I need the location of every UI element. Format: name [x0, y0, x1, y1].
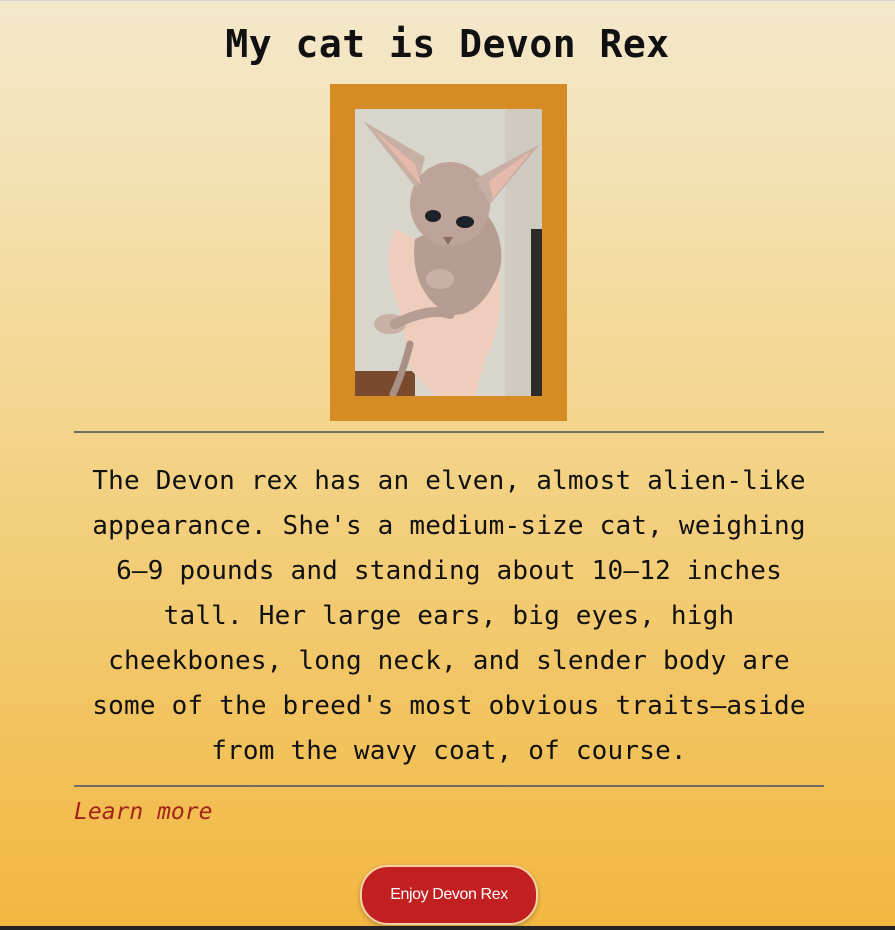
- cat-photo-illustration: [355, 109, 542, 396]
- learn-more-link[interactable]: Learn more: [74, 797, 212, 827]
- bottom-edge-bar: [0, 926, 895, 930]
- page: My cat is Devon Rex The Devon rex has an…: [0, 1, 895, 930]
- top-divider: [74, 431, 824, 433]
- page-title: My cat is Devon Rex: [225, 22, 670, 66]
- cat-photo: [355, 109, 542, 396]
- breed-description: The Devon rex has an elven, almost alien…: [92, 466, 806, 766]
- photo-frame: [330, 84, 567, 421]
- bottom-divider: [74, 785, 824, 787]
- enjoy-devon-rex-button[interactable]: Enjoy Devon Rex: [360, 865, 538, 925]
